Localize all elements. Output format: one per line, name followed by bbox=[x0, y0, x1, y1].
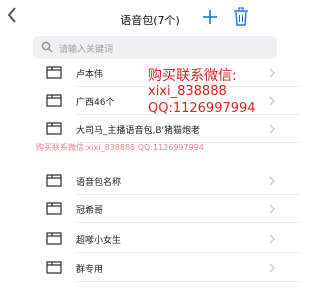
folder-label: 群专用 bbox=[76, 265, 104, 275]
folder-label: 卢本伟 bbox=[76, 70, 104, 80]
chevron-right-icon bbox=[269, 176, 275, 186]
watermark-contact-heading: 购买联系微信: bbox=[148, 68, 237, 84]
folder-row[interactable]: 群专用 bbox=[0, 254, 300, 282]
folder-icon bbox=[46, 202, 62, 215]
folder-row[interactable]: 大司马_主播语音包,B'猪猫炮老 bbox=[0, 115, 300, 143]
folder-icon bbox=[46, 66, 62, 79]
search-placeholder: 请输入关键词 bbox=[59, 45, 114, 55]
watermark-qq-number: QQ:1126997994 bbox=[148, 101, 256, 116]
folder-row[interactable]: 冠希哥 bbox=[0, 195, 300, 223]
folder-icon bbox=[46, 261, 62, 274]
row-divider bbox=[76, 281, 300, 282]
folder-icon bbox=[46, 232, 62, 245]
chevron-right-icon bbox=[269, 204, 275, 214]
chevron-right-icon bbox=[269, 96, 275, 106]
folder-label: 广西46个 bbox=[76, 98, 115, 108]
chevron-right-icon bbox=[269, 234, 275, 244]
folder-label: 大司马_主播语音包,B'猪猫炮老 bbox=[76, 126, 201, 136]
search-input[interactable]: 请输入关键词 bbox=[33, 36, 277, 59]
voice-pack-screen: 语音包(7个) 请输入关键词 卢本伟 广西46个 大司马_主播语音包,B'猪猫炮… bbox=[0, 0, 300, 300]
row-divider bbox=[76, 222, 300, 223]
watermark-contact-banner: 购买联系微信:xixi_838888 QQ:1126997994 bbox=[36, 143, 204, 152]
folder-label: 冠希哥 bbox=[76, 206, 104, 216]
folder-icon bbox=[46, 174, 62, 187]
watermark-wechat-id: xixi_838888 bbox=[148, 84, 227, 99]
folder-icon bbox=[46, 94, 62, 107]
nav-header: 语音包(7个) bbox=[0, 0, 300, 36]
delete-button[interactable] bbox=[233, 7, 249, 26]
folder-label: 语音包名称 bbox=[76, 178, 122, 188]
page-title: 语音包(7个) bbox=[120, 14, 180, 27]
folder-row[interactable]: 超嗲小女生 bbox=[0, 225, 300, 253]
row-divider bbox=[76, 252, 300, 253]
folder-row[interactable]: 语音包名称 bbox=[0, 167, 300, 195]
chevron-right-icon bbox=[269, 68, 275, 78]
add-button[interactable] bbox=[202, 9, 218, 25]
chevron-right-icon bbox=[269, 124, 275, 134]
folder-label: 超嗲小女生 bbox=[76, 236, 122, 246]
chevron-right-icon bbox=[269, 263, 275, 273]
folder-icon bbox=[46, 122, 62, 135]
search-icon bbox=[41, 41, 53, 53]
